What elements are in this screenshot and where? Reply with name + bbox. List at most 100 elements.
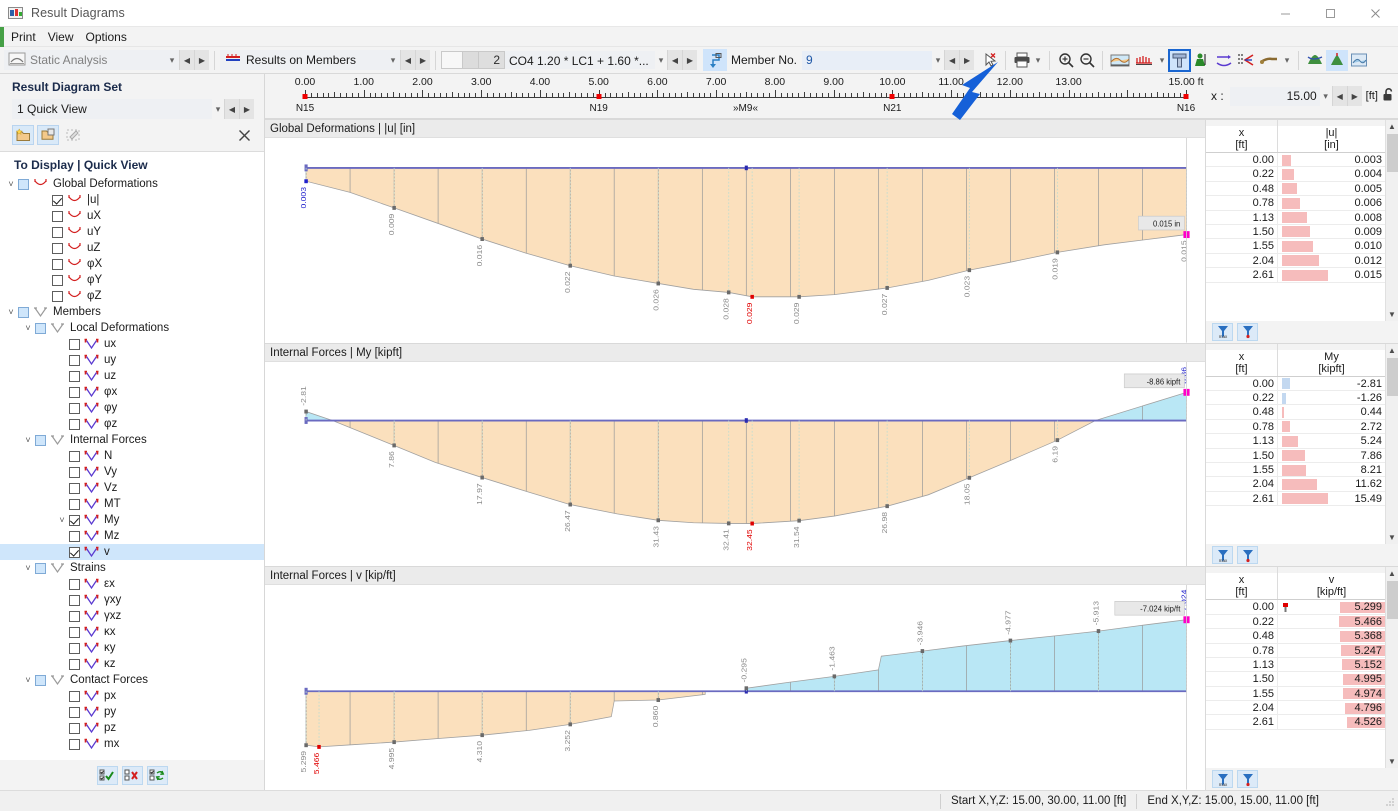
- tree-item-uz[interactable]: uZ: [0, 240, 264, 256]
- support-results-icon[interactable]: [1191, 50, 1213, 71]
- tree-checkbox[interactable]: [69, 578, 80, 590]
- tree-item-n[interactable]: N: [0, 448, 264, 464]
- tree-item-pz[interactable]: pz: [0, 720, 264, 736]
- select-member-icon[interactable]: [703, 49, 727, 71]
- tree-item-uy[interactable]: uy: [0, 352, 264, 368]
- tree-checkbox[interactable]: [69, 338, 80, 350]
- invert-selection-icon[interactable]: [146, 765, 168, 785]
- chevron-down-icon[interactable]: ▾: [655, 55, 667, 66]
- scroll-down-icon[interactable]: ▼: [1386, 531, 1398, 544]
- tree-checkbox[interactable]: [69, 610, 80, 622]
- tree-checkbox[interactable]: [69, 738, 80, 750]
- deselect-all-icon[interactable]: [121, 765, 143, 785]
- table-row[interactable]: 2.61 15.49: [1206, 491, 1385, 507]
- tree-item-mx[interactable]: mx: [0, 736, 264, 752]
- scroll-thumb[interactable]: [1386, 581, 1398, 620]
- load-case-combo[interactable]: 2 CO4 1.20 * LC1 + 1.60 *... ▾: [441, 50, 667, 70]
- diagram-canvas[interactable]: 0.003 0.009 0.016 0.022 0.026 0.028 0.029 0.029…: [265, 138, 1205, 343]
- tree-checkbox[interactable]: [69, 514, 80, 526]
- tree-checkbox[interactable]: [69, 546, 80, 558]
- line-style-chevron-icon[interactable]: ▾: [1281, 55, 1293, 66]
- analysis-prev-button[interactable]: ◀: [179, 50, 194, 70]
- table-row[interactable]: 1.13 0.008: [1206, 210, 1385, 225]
- table-row[interactable]: 2.61 0.015: [1206, 268, 1385, 283]
- scroll-thumb[interactable]: [1386, 357, 1398, 396]
- table-row[interactable]: 0.22 5.466: [1206, 614, 1385, 630]
- tree-item-my[interactable]: ˅ My: [0, 512, 264, 528]
- scroll-thumb[interactable]: [1386, 134, 1398, 172]
- export-icon[interactable]: [1348, 50, 1370, 71]
- diagram-colors-icon[interactable]: [1108, 50, 1132, 71]
- tree-item-vy[interactable]: Vy: [0, 464, 264, 480]
- results-type-combo[interactable]: Results on Members ▾: [220, 50, 400, 70]
- tree-item-strains[interactable]: ˅ Strains: [0, 560, 264, 576]
- filter-max-icon[interactable]: max: [1212, 770, 1233, 789]
- table-row[interactable]: 1.55 8.21: [1206, 463, 1385, 478]
- tree-item-v[interactable]: v: [0, 544, 264, 560]
- x-prev-button[interactable]: ◀: [1331, 86, 1347, 106]
- zoom-in-icon[interactable]: [1055, 50, 1076, 71]
- chevron-down-icon[interactable]: ▾: [166, 55, 178, 66]
- diagram-canvas[interactable]: -2.81 7.86 17.97 26.47 31.43 32.41 32.45 31.54 2…: [265, 361, 1205, 567]
- table-row[interactable]: 0.48 0.005: [1206, 181, 1385, 197]
- tree-checkbox[interactable]: [35, 674, 46, 686]
- chevron-down-icon[interactable]: ˅: [4, 179, 18, 189]
- tree-checkbox[interactable]: [52, 210, 63, 222]
- tree-item-localdeformations[interactable]: ˅ Local Deformations: [0, 320, 264, 336]
- line-style-icon[interactable]: [1257, 50, 1281, 71]
- tree-item-x[interactable]: φX: [0, 256, 264, 272]
- table-row[interactable]: 2.04 11.62: [1206, 477, 1385, 492]
- tree-checkbox[interactable]: [52, 290, 63, 302]
- tree-checkbox[interactable]: [69, 642, 80, 654]
- member-no-input[interactable]: 9: [802, 50, 933, 70]
- menu-item-view[interactable]: View: [42, 27, 80, 47]
- render-deform-icon[interactable]: [1326, 49, 1349, 71]
- table-row[interactable]: 0.00 -2.81: [1206, 376, 1385, 392]
- chevron-down-icon[interactable]: ˅: [55, 515, 69, 525]
- tree-checkbox[interactable]: [18, 178, 29, 190]
- render-results-icon[interactable]: [1304, 50, 1326, 71]
- tree-checkbox[interactable]: [69, 498, 80, 510]
- tree-item-ux[interactable]: uX: [0, 208, 264, 224]
- resize-grip-icon[interactable]: [1383, 795, 1395, 807]
- tree-checkbox[interactable]: [18, 306, 29, 318]
- table-scrollbar[interactable]: ▲ ▼: [1385, 120, 1398, 321]
- table-row[interactable]: 0.78 5.247: [1206, 643, 1385, 658]
- table-row[interactable]: 0.78 0.006: [1206, 196, 1385, 211]
- print-dropdown-chevron-icon[interactable]: ▾: [1032, 55, 1044, 66]
- member-next-button[interactable]: ▶: [959, 50, 975, 70]
- table-row[interactable]: 1.13 5.24: [1206, 434, 1385, 449]
- filter-icon[interactable]: [1237, 770, 1258, 789]
- unlock-icon[interactable]: [1382, 87, 1396, 105]
- tree-item-mt[interactable]: MT: [0, 496, 264, 512]
- tree-item-y[interactable]: κy: [0, 640, 264, 656]
- new-set-icon[interactable]: [12, 125, 34, 145]
- tree-item-py[interactable]: py: [0, 704, 264, 720]
- tree-item-contactforces[interactable]: ˅ Contact Forces: [0, 672, 264, 688]
- tree-checkbox[interactable]: [52, 274, 63, 286]
- table-scrollbar[interactable]: ▲ ▼: [1385, 567, 1398, 769]
- table-row[interactable]: 0.00 5.299: [1206, 600, 1385, 615]
- tree-checkbox[interactable]: [69, 386, 80, 398]
- tree-checkbox[interactable]: [69, 626, 80, 638]
- deformation-icon[interactable]: [1213, 50, 1235, 71]
- results-next-button[interactable]: ▶: [415, 50, 430, 70]
- filter-max-icon[interactable]: max: [1212, 546, 1233, 565]
- tree-item-xz[interactable]: γxz: [0, 608, 264, 624]
- chevron-down-icon[interactable]: ˅: [21, 435, 35, 445]
- analysis-type-combo[interactable]: Static Analysis ▾: [4, 50, 179, 70]
- load-case-next-button[interactable]: ▶: [682, 50, 697, 70]
- analysis-next-button[interactable]: ▶: [194, 50, 209, 70]
- filter-icon[interactable]: [1237, 322, 1258, 341]
- tree-item-uy[interactable]: uY: [0, 224, 264, 240]
- tree-item-internalforces[interactable]: ˅ Internal Forces: [0, 432, 264, 448]
- chevron-down-icon[interactable]: ˅: [4, 307, 18, 317]
- tree-checkbox[interactable]: [69, 450, 80, 462]
- scroll-down-icon[interactable]: ▼: [1386, 308, 1398, 321]
- tree-checkbox[interactable]: [69, 418, 80, 430]
- chevron-down-icon[interactable]: ˅: [21, 563, 35, 573]
- tree-item-z[interactable]: φz: [0, 416, 264, 432]
- scroll-up-icon[interactable]: ▲: [1386, 120, 1398, 133]
- table-row[interactable]: 0.78 2.72: [1206, 419, 1385, 435]
- member-prev-button[interactable]: ◀: [944, 50, 960, 70]
